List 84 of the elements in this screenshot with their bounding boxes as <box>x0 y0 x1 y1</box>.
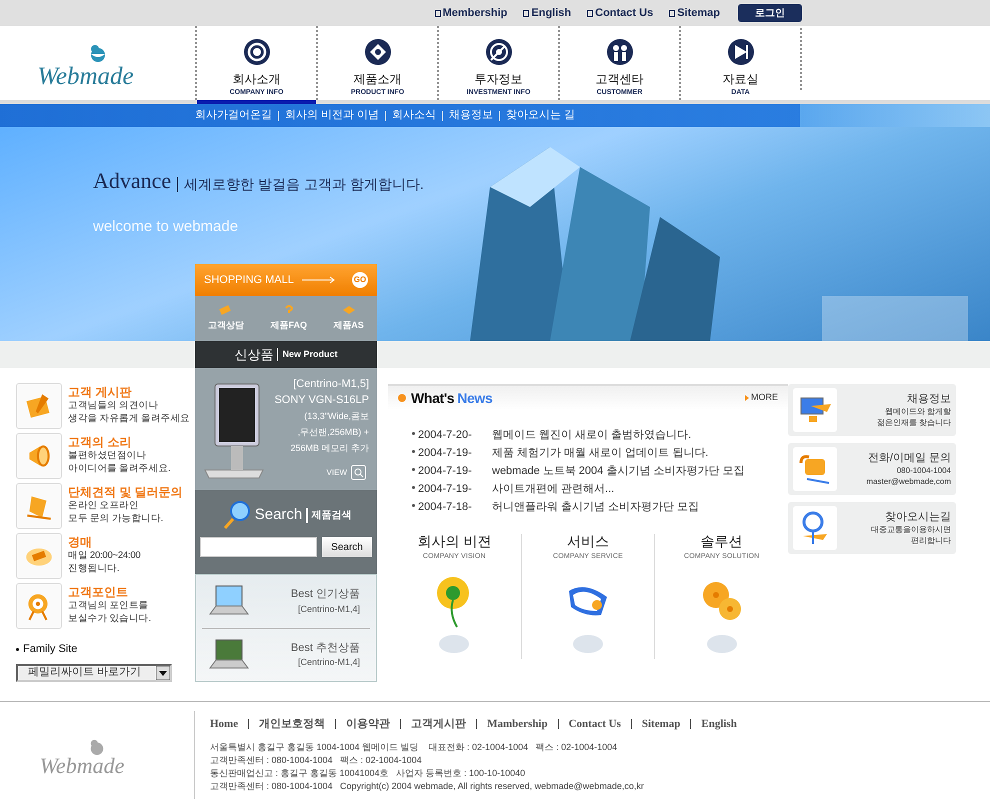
best-product-link[interactable]: Best 추천상품 [Centrino-M1,4] <box>202 628 370 681</box>
subnav-link[interactable]: 찾아오시는 길 <box>506 107 576 124</box>
logo-text: Webmade <box>37 64 134 88</box>
nav-icon <box>484 38 512 66</box>
top-link[interactable]: Sitemap <box>669 4 720 22</box>
quick-link-icon <box>342 304 356 316</box>
product-description: 256MB 메모리 추가 <box>290 442 369 455</box>
best-product-link[interactable]: Best 인기상품 [Centrino-M1,4] <box>202 575 370 628</box>
footer-link[interactable]: 이용약관 <box>346 716 390 732</box>
login-button[interactable]: 로그인 <box>738 4 802 22</box>
subnav-link[interactable]: 채용정보 <box>449 107 494 124</box>
family-site-label: Family Site <box>23 642 78 657</box>
footer-link[interactable]: English <box>701 716 737 732</box>
subnav-link[interactable]: 회사의 비전과 이념 <box>285 107 380 124</box>
info-card[interactable]: 찾아오시는길 대중교통을이용하시면 편리합니다 <box>788 502 956 554</box>
shadow-icon <box>439 634 470 652</box>
customer-link-description: 진행됩니다. <box>68 562 120 575</box>
footer-link[interactable]: Mambership <box>487 716 548 732</box>
nav-icon <box>364 38 392 66</box>
more-link[interactable]: MORE <box>745 391 778 405</box>
news-item[interactable]: 2004-7-20- 웹메이드 웹진이 새로이 출범하였습니다. <box>412 428 788 442</box>
footer-text: 고객만족센터 : 080-1004-1004 팩스 : 02-1004-1004 <box>210 754 423 766</box>
nav-icon <box>242 38 270 66</box>
search-subtitle: 제품검색 <box>306 508 352 522</box>
customer-link-description: 고객님의 포인트를 <box>68 599 150 612</box>
go-badge: GO <box>352 272 368 288</box>
customer-link-description: 모두 문의 가능합니다. <box>68 512 164 525</box>
new-product-title: 신상품 <box>234 346 274 364</box>
product-description: [Centrino-M1,5] <box>293 377 369 392</box>
news-item[interactable]: 2004-7-19- 사이트개편에 관련해서... <box>412 482 788 496</box>
bullet-icon <box>587 10 594 16</box>
customer-link-description: 매일 20:00~24:00 <box>68 549 140 562</box>
product-description: SONY VGN-S16LP <box>274 393 369 408</box>
news-title: What's <box>411 388 454 408</box>
subnav-link[interactable]: 회사소식 <box>392 107 436 124</box>
top-link[interactable]: English <box>523 4 572 22</box>
new-product-subtitle: New Product <box>277 348 338 362</box>
footer-link[interactable]: 개인보호정책 <box>259 716 326 732</box>
bullet-icon <box>523 10 530 16</box>
family-site-dropdown[interactable]: 페밀리싸이트 바로가기 <box>16 664 172 682</box>
footer-link[interactable]: 고객게시판 <box>411 716 466 732</box>
footer-logo-text: Webmade <box>40 754 124 776</box>
customer-link-description: 아이디어를 올려주세요. <box>68 462 170 475</box>
footer-text: 통신판매업신고 : 홍길구 홍길동 10041004호 사업자 등록번호 : 100-10-10040 <box>210 766 526 780</box>
top-link[interactable]: Contact Us <box>587 4 654 22</box>
news-item[interactable]: 2004-7-19- webmade 노트북 2004 출시기념 소비자평가단 모집 <box>412 464 788 478</box>
shadow-icon <box>706 634 737 652</box>
dropdown-arrow-icon <box>156 666 170 680</box>
footer-link[interactable]: Contact Us <box>568 716 621 732</box>
search-title: Search <box>254 504 302 525</box>
arrow-icon <box>302 276 336 284</box>
bullet-icon <box>16 648 19 651</box>
magnifier-icon <box>351 465 366 480</box>
triangle-icon <box>745 395 749 401</box>
customer-link-description: 고객님들의 의견이나 <box>68 399 160 412</box>
bullet-icon <box>398 394 406 402</box>
banner-welcome: welcome to webmade <box>93 219 238 234</box>
news-item[interactable]: 2004-7-19- 제품 체험기가 매월 새로이 업데이트 됩니다. <box>412 446 788 460</box>
subnav-link[interactable]: 회사가걸어온길 <box>195 107 272 124</box>
nav-icon <box>726 38 754 66</box>
product-description: ,무선랜,256MB) + <box>298 426 369 439</box>
search-button[interactable]: Search <box>322 537 372 557</box>
info-card[interactable]: 전화/이메일 문의 080-1004-1004 master@webmade,com <box>788 443 956 495</box>
footer-link[interactable]: Sitemap <box>642 716 680 732</box>
search-field[interactable] <box>200 537 317 557</box>
bullet-icon <box>669 10 676 16</box>
product-description: (13,3"Wide,콤보 <box>304 410 369 423</box>
bullet-icon <box>434 10 441 16</box>
news-item[interactable]: 2004-7-18- 허니앤플라워 출시기념 소비자평가단 모집 <box>412 500 788 514</box>
customer-link-description: 불편하셨던점이나 <box>68 449 148 462</box>
customer-link-description: 보실수가 있습니다. <box>68 612 151 625</box>
top-link[interactable]: Membership <box>434 4 508 22</box>
footer-text: 고객만족센터 : 080-1004-1004 Copyright(c) 2004 webmade, All rights reserved, webmade@webmade,co,kr <box>210 780 645 792</box>
footer-text: 서울특별시 홍길구 홍길동 1004-1004 웹메이드 빌딩 대표전화 : 02-1004-1004 팩스 : 02-1004-1004 <box>210 740 618 754</box>
news-title: News <box>457 388 492 408</box>
footer-link[interactable]: Home <box>210 716 238 732</box>
nav-icon <box>606 38 634 66</box>
quick-link-icon <box>219 304 234 316</box>
shadow-icon <box>573 634 603 652</box>
banner-tagline: 세계로향한 발걸음 고객과 함게합니다. <box>177 177 424 192</box>
info-card[interactable]: 채용정보 웹메이드와 함게할 젊은인재를 찾습니다 <box>788 384 956 436</box>
banner-title: Advance <box>93 170 172 192</box>
customer-link-description: 생각을 자유롭게 올려주세요 <box>68 412 190 425</box>
customer-link-description: 온라인 오프라인 <box>68 499 140 512</box>
